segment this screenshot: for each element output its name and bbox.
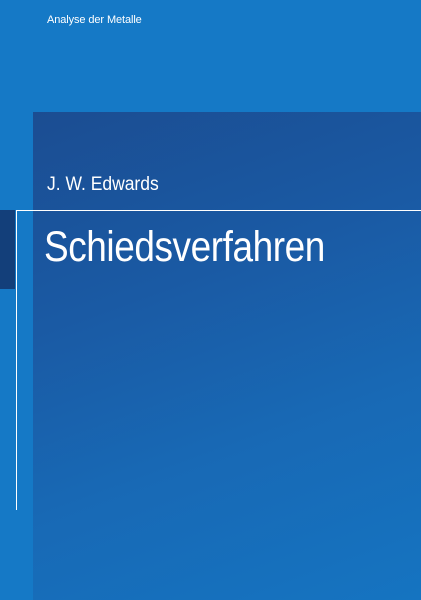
book-title: Schiedsverfahren (44, 223, 325, 271)
vertical-rule (16, 210, 17, 510)
horizontal-rule (16, 210, 421, 211)
author-name: J. W. Edwards (47, 174, 159, 195)
series-title: Analyse der Metalle (47, 14, 142, 26)
spine-edge-band (0, 210, 15, 289)
book-cover: Analyse der Metalle J. W. Edwards Schied… (0, 0, 421, 600)
